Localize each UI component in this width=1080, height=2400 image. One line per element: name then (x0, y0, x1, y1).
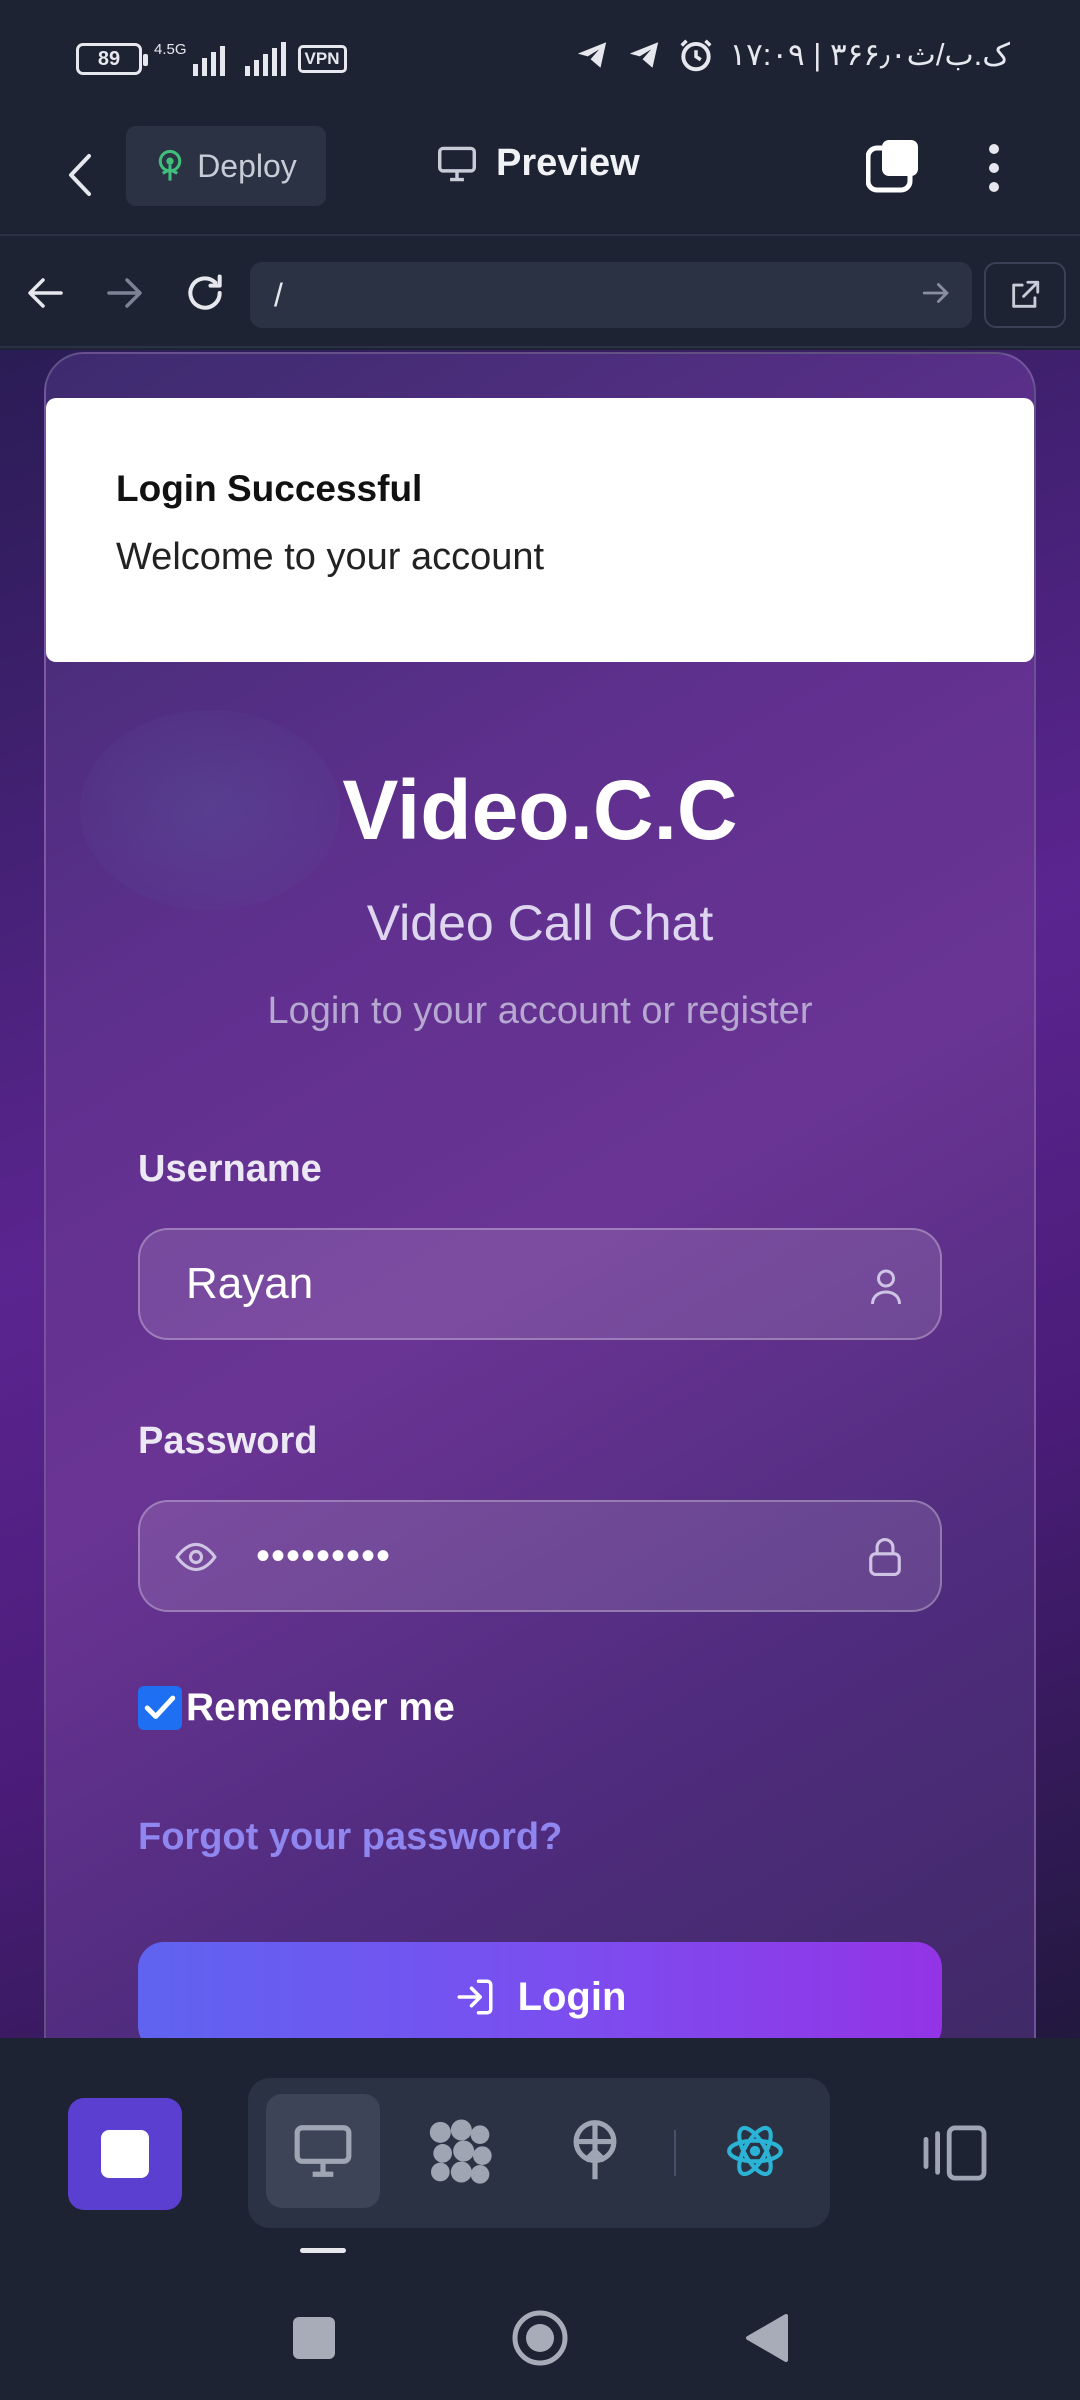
network-type: 4.5G (154, 40, 187, 58)
eye-icon[interactable] (174, 1540, 218, 1574)
arrow-right-icon (107, 278, 142, 308)
password-field[interactable]: ••••••••• (138, 1500, 942, 1612)
preview-tab[interactable]: Preview (436, 142, 640, 185)
password-value: ••••••••• (256, 1533, 392, 1578)
arrow-left-icon (28, 278, 63, 308)
username-value: Rayan (186, 1259, 314, 1308)
status-right: ۱۷:۰۹ | ۳۶۶٫۰ک.ب/ث (573, 36, 1010, 74)
vpn-badge: VPN (297, 45, 347, 73)
username-label: Username (138, 1148, 322, 1190)
nodes-icon (429, 2119, 492, 2184)
more-options-button[interactable] (976, 138, 1012, 198)
back-button[interactable] (56, 140, 104, 210)
drag-handle[interactable] (300, 2248, 346, 2253)
status-left: 89 4.5G VPN (76, 40, 347, 76)
home-circle-icon (512, 2310, 568, 2366)
publish-icon (573, 2120, 617, 2180)
react-view-button[interactable] (698, 2094, 812, 2208)
go-arrow-icon[interactable] (920, 276, 954, 310)
url-text: / (274, 276, 283, 313)
status-bar: 89 4.5G VPN ۱۷:۰۹ | ۳۶۶٫۰ک.ب/ث (0, 0, 1080, 118)
triangle-back-icon (746, 2314, 788, 2362)
username-field[interactable]: Rayan (138, 1228, 942, 1340)
chevron-left-icon (69, 154, 91, 196)
password-label: Password (138, 1420, 318, 1462)
home-button[interactable] (510, 2308, 570, 2368)
lock-icon (869, 1538, 901, 1576)
react-icon (727, 2125, 783, 2177)
remember-label: Remember me (186, 1686, 455, 1729)
alarm-icon (680, 39, 712, 72)
url-input[interactable]: / (250, 262, 972, 328)
login-icon (457, 1979, 493, 2015)
publish-view-button[interactable] (538, 2094, 652, 2208)
bottom-toolbar (0, 2038, 1080, 2400)
reload-button[interactable] (180, 268, 230, 318)
telegram-icon-2 (630, 42, 659, 68)
toast-notification[interactable]: Login Successful Welcome to your account (46, 398, 1034, 662)
system-back-button[interactable] (736, 2308, 796, 2368)
external-link-icon (1012, 280, 1040, 308)
browser-forward-button[interactable] (100, 268, 150, 318)
stop-button[interactable] (68, 2098, 182, 2210)
signal-icon (192, 42, 225, 76)
tabs-icon (865, 140, 918, 193)
open-external-button[interactable] (984, 262, 1066, 328)
app-header: Deploy Preview (0, 118, 1080, 236)
signal-icon-2 (244, 42, 286, 76)
login-hint: Login to your account or register (267, 990, 813, 1032)
toast-message: Welcome to your account (116, 536, 545, 578)
status-time: ۱۷:۰۹ | ۳۶۶٫۰ک.ب/ث (729, 37, 1010, 72)
preview-label: Preview (496, 142, 640, 184)
app-title: Video.C.C (342, 763, 738, 857)
login-button[interactable]: Login (138, 1942, 942, 2038)
reload-icon (188, 274, 222, 310)
remember-checkbox[interactable] (138, 1686, 182, 1730)
recents-button[interactable] (284, 2308, 344, 2368)
square-icon (293, 2317, 335, 2359)
browser-nav-bar: / (0, 238, 1080, 348)
panel-toggle-button[interactable] (920, 2124, 990, 2187)
monitor-icon (294, 2125, 352, 2177)
deploy-button[interactable]: Deploy (126, 126, 326, 206)
side-panel-icon (923, 2125, 987, 2181)
app-subtitle: Video Call Chat (366, 895, 714, 951)
remember-me-row[interactable]: Remember me (138, 1686, 455, 1730)
preview-view-button[interactable] (266, 2094, 380, 2208)
login-label: Login (517, 1974, 627, 2019)
user-icon (871, 1269, 901, 1305)
toolbar-divider (674, 2130, 676, 2176)
preview-viewport: Login Successful Welcome to your account… (0, 350, 1080, 2038)
browser-back-button[interactable] (20, 268, 70, 318)
monitor-icon (438, 146, 476, 181)
stop-icon (101, 2130, 149, 2178)
workflow-view-button[interactable] (402, 2094, 516, 2208)
battery-indicator: 89 (76, 43, 148, 75)
deploy-label: Deploy (197, 147, 297, 184)
tabs-button[interactable] (865, 138, 922, 194)
forgot-password-link[interactable]: Forgot your password? (138, 1816, 562, 1859)
toast-title: Login Successful (116, 468, 423, 509)
view-switcher (248, 2078, 830, 2228)
deploy-icon (158, 149, 182, 181)
telegram-icon (578, 42, 607, 68)
checkmark-icon (144, 1695, 176, 1719)
